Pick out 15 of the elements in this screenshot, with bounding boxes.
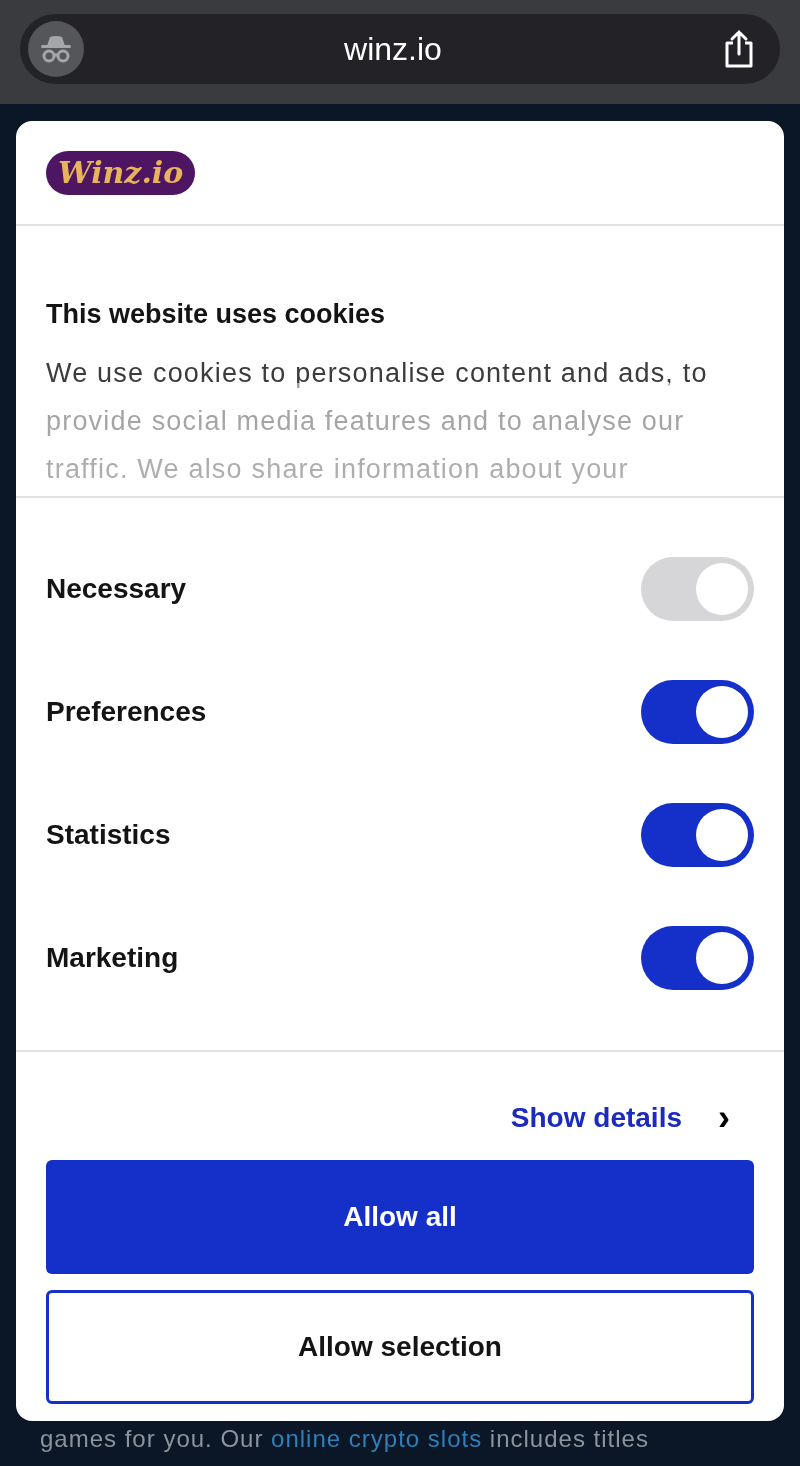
allow-all-button[interactable]: Allow all — [46, 1160, 754, 1274]
toggle-label: Necessary — [46, 572, 187, 606]
logo: Winz.io — [46, 151, 196, 195]
toggle-label: Preferences — [46, 695, 207, 729]
allow-selection-button[interactable]: Allow selection — [46, 1290, 754, 1404]
description-text: We use cookies to personalise content and ads, to provide social media features and to analyse our traffic. We also share information about your — [46, 356, 709, 486]
show-details-link[interactable]: Show details — [510, 1104, 682, 1132]
page-text: games for you. Our online crypto slots includes titles — [40, 1425, 650, 1453]
chevron-icon[interactable]: › — [718, 1100, 730, 1136]
incognito-icon[interactable] — [28, 21, 84, 77]
toggle-label: Marketing — [46, 941, 179, 975]
toggle-label: Statistics — [46, 818, 171, 852]
address-bar[interactable]: winz.io — [20, 14, 780, 84]
dialog-title: This website uses cookies — [46, 298, 387, 331]
url-text: winz.io — [344, 30, 442, 69]
